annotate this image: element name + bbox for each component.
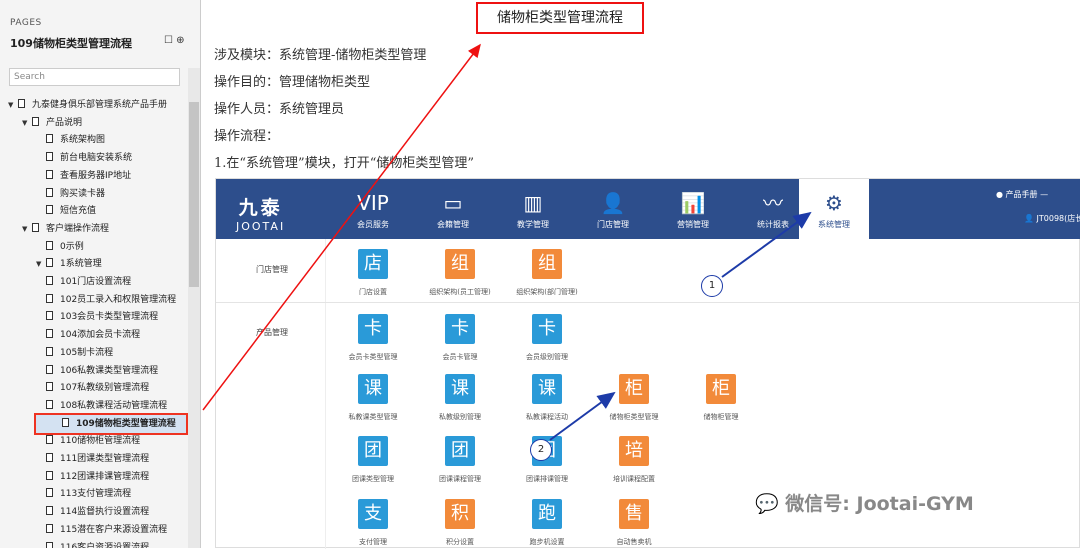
red-arrow	[202, 43, 481, 411]
blue-arrow-1	[721, 211, 812, 278]
wechat-watermark: 💬 微信号: Jootai-GYM	[755, 493, 974, 515]
annotation-arrows	[202, 43, 812, 441]
blue-arrow-2	[549, 391, 616, 441]
